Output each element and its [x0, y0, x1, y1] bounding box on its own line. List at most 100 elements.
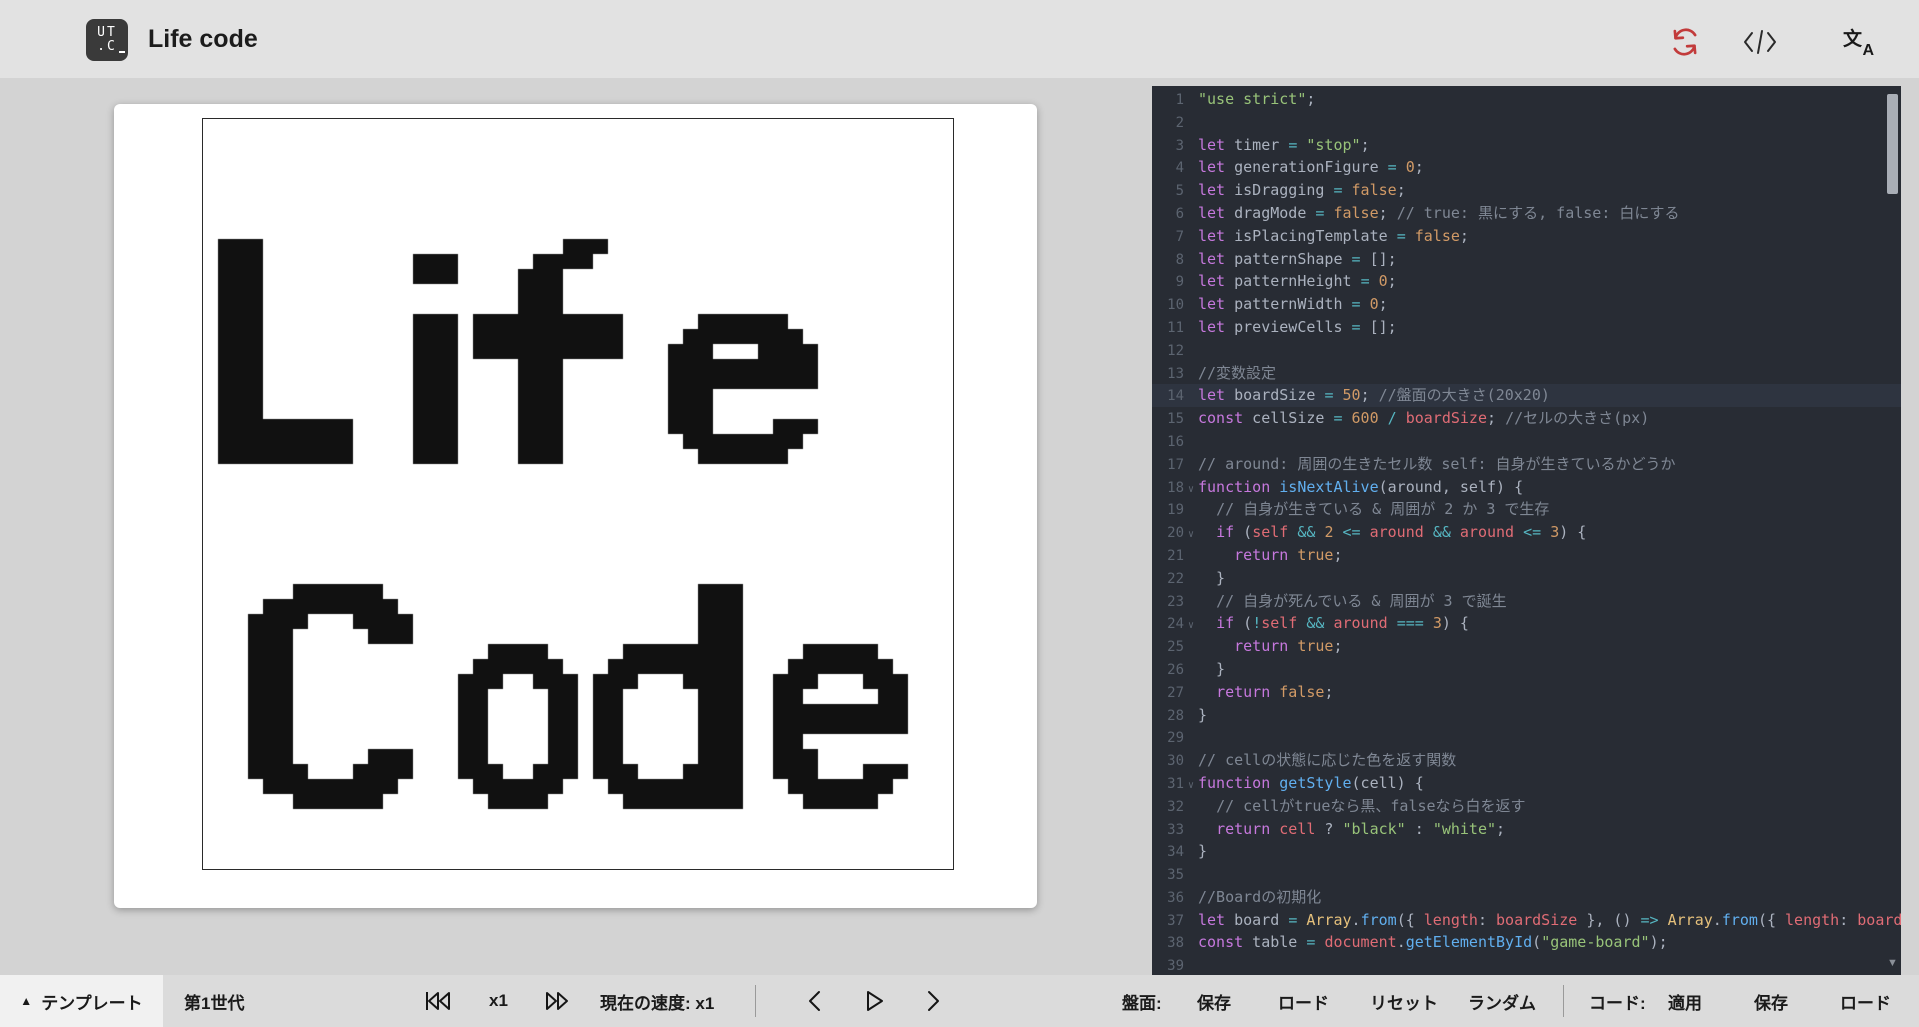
code-line[interactable]: 36//Boardの初期化 — [1152, 886, 1901, 909]
line-number: 4 — [1152, 157, 1184, 180]
line-number: 15 — [1152, 408, 1184, 431]
board-load-button[interactable]: ロード — [1278, 975, 1329, 1027]
code-text: return true; — [1198, 637, 1343, 655]
board-group-label: 盤面: — [1122, 975, 1162, 1027]
line-number: 28 — [1152, 705, 1184, 728]
code-line[interactable]: 9let patternHeight = 0; — [1152, 270, 1901, 293]
code-line[interactable]: 39 — [1152, 954, 1901, 975]
code-text: function isNextAlive(around, self) { — [1198, 478, 1523, 496]
code-line[interactable]: 21 return true; — [1152, 544, 1901, 567]
board-reset-button[interactable]: リセット — [1370, 975, 1438, 1027]
code-line[interactable]: 32 // cellがtrueなら黒、falseなら白を返す — [1152, 795, 1901, 818]
code-line[interactable]: 3let timer = "stop"; — [1152, 134, 1901, 157]
code-text: if (self && 2 <= around && around <= 3) … — [1198, 523, 1586, 541]
code-line[interactable]: 35 — [1152, 863, 1901, 886]
line-number: 35 — [1152, 864, 1184, 887]
line-number: 6 — [1152, 203, 1184, 226]
step-back-icon[interactable] — [805, 975, 823, 1027]
speed-down-icon[interactable] — [423, 975, 453, 1027]
code-line[interactable]: 5let isDragging = false; — [1152, 179, 1901, 202]
code-line[interactable]: 13//変数設定 — [1152, 362, 1901, 385]
code-line[interactable]: 14let boardSize = 50; //盤面の大きさ(20x20) — [1152, 384, 1901, 407]
code-text: if (!self && around === 3) { — [1198, 614, 1469, 632]
code-line[interactable]: 2 — [1152, 111, 1901, 134]
code-line[interactable]: 8let patternShape = []; — [1152, 248, 1901, 271]
translate-icon[interactable]: 文 A — [1842, 25, 1876, 59]
line-number: 5 — [1152, 180, 1184, 203]
code-group-label: コード: — [1589, 975, 1646, 1027]
code-line[interactable]: 1 "use strict"; — [1152, 88, 1901, 111]
speed-up-icon[interactable] — [543, 975, 571, 1027]
code-line[interactable]: 23 // 自身が死んでいる & 周囲が 3 で誕生 — [1152, 590, 1901, 613]
code-line[interactable]: 25 return true; — [1152, 635, 1901, 658]
line-number: 32 — [1152, 796, 1184, 819]
bottom-toolbar: ▲ テンプレート 第1世代 x1 現在の速度: x1 盤面: 保存 ロード — [0, 975, 1919, 1027]
line-number: 1 — [1152, 89, 1184, 112]
code-text: let previewCells = []; — [1198, 318, 1397, 336]
code-line[interactable]: 26 } — [1152, 658, 1901, 681]
code-save-button[interactable]: 保存 — [1754, 975, 1788, 1027]
code-line[interactable]: 17// around: 周囲の生きたセル数 self: 自身が生きているかどう… — [1152, 453, 1901, 476]
toolbar-divider — [1563, 985, 1564, 1017]
play-icon[interactable] — [862, 975, 886, 1027]
scrollbar-down-arrow-icon[interactable]: ▼ — [1886, 957, 1899, 969]
code-line[interactable]: 20∨ if (self && 2 <= around && around <=… — [1152, 521, 1901, 544]
code-view-icon[interactable] — [1743, 25, 1777, 59]
line-number: 18 — [1152, 477, 1184, 500]
code-line[interactable]: 18∨function isNextAlive(around, self) { — [1152, 476, 1901, 499]
code-line[interactable]: 19 // 自身が生きている & 周囲が 2 か 3 で生存 — [1152, 498, 1901, 521]
board-save-button[interactable]: 保存 — [1197, 975, 1231, 1027]
line-number: 27 — [1152, 682, 1184, 705]
code-text: // 自身が死んでいる & 周囲が 3 で誕生 — [1198, 592, 1507, 610]
board-random-button[interactable]: ランダム — [1468, 975, 1536, 1027]
code-line[interactable]: 6let dragMode = false; // true: 黒にする, fa… — [1152, 202, 1901, 225]
code-line[interactable]: 24∨ if (!self && around === 3) { — [1152, 612, 1901, 635]
editor-scrollbar[interactable]: ▼ — [1884, 86, 1901, 975]
code-text: "use strict"; — [1198, 90, 1315, 108]
page-title: Life code — [148, 0, 258, 78]
code-line[interactable]: 29 — [1152, 726, 1901, 749]
code-line[interactable]: 37 let board = Array.from({ length: board… — [1152, 909, 1901, 932]
generation-label: 第1世代 — [184, 975, 244, 1027]
game-board[interactable] — [203, 119, 953, 869]
line-number: 38 — [1152, 932, 1184, 955]
line-number: 8 — [1152, 249, 1184, 272]
code-line[interactable]: 31∨function getStyle(cell) { — [1152, 772, 1901, 795]
code-line[interactable]: 38 const table = document.getElementById(… — [1152, 931, 1901, 954]
line-number: 21 — [1152, 545, 1184, 568]
line-number: 10 — [1152, 294, 1184, 317]
code-text: return true; — [1198, 546, 1343, 564]
game-board-frame — [202, 118, 954, 870]
code-line[interactable]: 4 let generationFigure = 0; — [1152, 156, 1901, 179]
line-number: 26 — [1152, 659, 1184, 682]
step-forward-icon[interactable] — [925, 975, 943, 1027]
code-text: let board = Array.from({ length: boardSi… — [1198, 911, 1901, 929]
code-apply-button[interactable]: 適用 — [1668, 975, 1702, 1027]
triangle-up-icon: ▲ — [20, 994, 32, 1008]
line-number: 29 — [1152, 727, 1184, 750]
code-text: const table = document.getElementById("g… — [1198, 933, 1668, 951]
line-number: 17 — [1152, 454, 1184, 477]
code-text: let timer = "stop"; — [1198, 136, 1370, 154]
code-line[interactable]: 30// cellの状態に応じた色を返す関数 — [1152, 749, 1901, 772]
scrollbar-thumb[interactable] — [1887, 94, 1898, 194]
code-line[interactable]: 34} — [1152, 840, 1901, 863]
code-line[interactable]: 10let patternWidth = 0; — [1152, 293, 1901, 316]
code-line[interactable]: 33 return cell ? "black" : "white"; — [1152, 818, 1901, 841]
code-line[interactable]: 28} — [1152, 704, 1901, 727]
line-number: 37 — [1152, 910, 1184, 933]
code-line[interactable]: 12 — [1152, 339, 1901, 362]
code-line[interactable]: 27 return false; — [1152, 681, 1901, 704]
code-line[interactable]: 16 — [1152, 430, 1901, 453]
code-text: let patternHeight = 0; — [1198, 272, 1397, 290]
code-line[interactable]: 11let previewCells = []; — [1152, 316, 1901, 339]
code-editor[interactable]: 1 "use strict"; 23let timer = "stop";4 let … — [1152, 86, 1901, 975]
code-line[interactable]: 15const cellSize = 600 / boardSize; //セル… — [1152, 407, 1901, 430]
code-text: let generationFigure = 0; — [1198, 158, 1424, 176]
code-line[interactable]: 22 } — [1152, 567, 1901, 590]
template-button[interactable]: ▲ テンプレート — [0, 975, 163, 1027]
logo-text-bottom: .C — [97, 40, 117, 54]
code-load-button[interactable]: ロード — [1840, 975, 1891, 1027]
code-line[interactable]: 7let isPlacingTemplate = false; — [1152, 225, 1901, 248]
refresh-icon[interactable] — [1668, 25, 1702, 59]
